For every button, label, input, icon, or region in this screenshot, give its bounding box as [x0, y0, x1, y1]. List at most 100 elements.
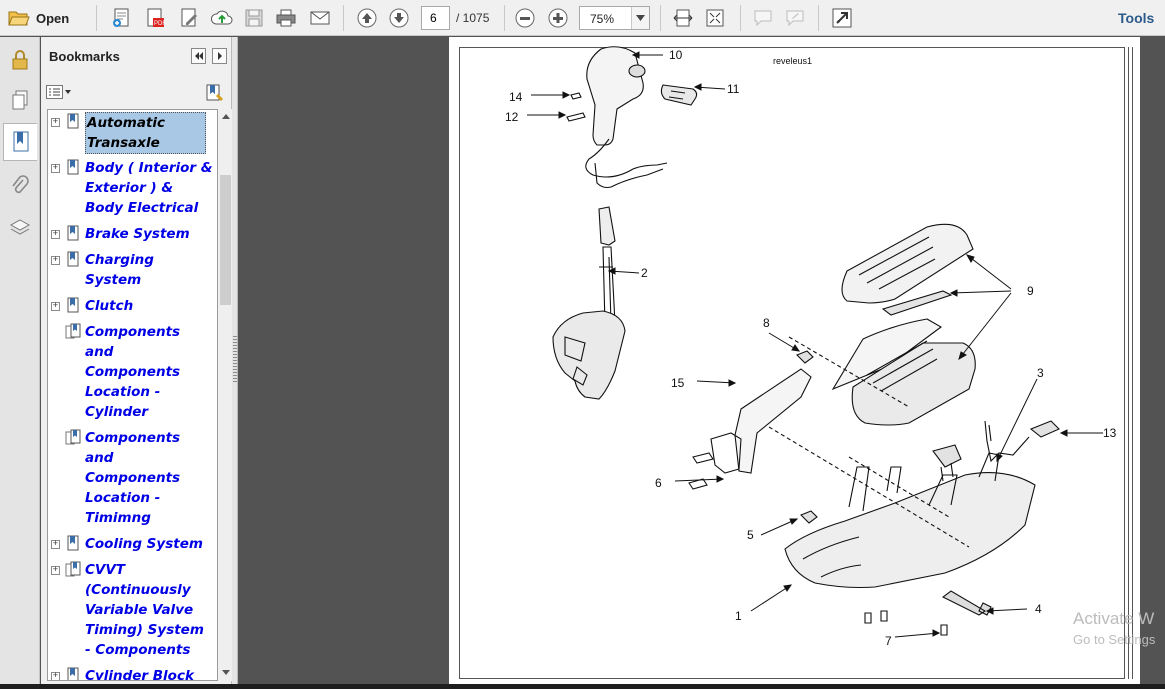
expand-toggle-icon[interactable]: + — [51, 566, 60, 575]
bookmark-item[interactable]: + Body ( Interior & Exterior ) & Body Ele… — [48, 158, 217, 224]
folder-icon — [8, 11, 30, 26]
chevron-down-icon — [636, 15, 645, 21]
expand-toggle-icon[interactable]: + — [51, 540, 60, 549]
collapse-panel-button[interactable] — [191, 48, 206, 64]
edit-document-icon — [181, 8, 197, 27]
bookmark-item[interactable]: + Cylinder Block — [48, 666, 217, 680]
create-button[interactable] — [108, 5, 134, 31]
pages-icon — [12, 90, 28, 110]
bookmark-item[interactable]: + Automatic Transaxle — [48, 112, 217, 158]
new-bookmark-button[interactable] — [204, 83, 224, 103]
activation-watermark-subtitle: Go to Settings — [1073, 632, 1156, 647]
fit-width-icon — [673, 9, 693, 27]
cloud-upload-icon — [210, 10, 233, 25]
toolbar: Open PDF / 1075 75% — [0, 0, 1165, 36]
bookmark-item[interactable]: + Cooling System — [48, 534, 217, 560]
minus-icon — [515, 8, 535, 28]
svg-text:PDF: PDF — [154, 21, 166, 27]
chevron-down-icon — [221, 669, 230, 675]
upload-button[interactable] — [208, 5, 236, 31]
expand-toggle-icon[interactable]: + — [51, 118, 60, 127]
sign-icon — [786, 10, 804, 27]
expand-toggle-icon[interactable]: + — [51, 256, 60, 265]
zoom-out-button[interactable] — [512, 5, 538, 31]
export-pdf-button[interactable]: PDF — [142, 5, 168, 31]
bookmark-label: Brake System — [85, 226, 190, 242]
create-pdf-icon — [113, 8, 129, 27]
bookmark-item[interactable]: Components and Components Location - Cyl… — [48, 322, 217, 428]
bookmark-item[interactable]: + CVVT (Continuously Variable Valve Timin… — [48, 560, 217, 666]
expand-icon — [832, 8, 852, 28]
callout-14: 14 — [509, 90, 523, 104]
expand-toggle-icon[interactable]: + — [51, 302, 60, 311]
bookmark-label: Clutch — [85, 298, 134, 314]
multi-bookmark-icon — [65, 323, 81, 339]
toolbar-separator — [818, 5, 819, 31]
bookmark-label: Components and Components Location - Tim… — [85, 430, 181, 526]
expand-toggle-icon[interactable]: + — [51, 672, 60, 680]
next-page-button[interactable] — [386, 5, 412, 31]
full-screen-button[interactable] — [829, 5, 855, 31]
zoom-dropdown-arrow[interactable] — [631, 7, 649, 29]
callout-7: 7 — [885, 634, 892, 648]
scroll-thumb[interactable] — [220, 175, 231, 305]
options-menu-button[interactable] — [46, 83, 72, 101]
fit-width-button[interactable] — [670, 5, 696, 31]
chevron-right-icon — [217, 52, 222, 60]
double-chevron-left-icon — [194, 52, 203, 60]
chevron-up-icon — [221, 113, 230, 119]
panel-title: Bookmarks — [49, 49, 120, 64]
email-button[interactable] — [307, 5, 333, 31]
printer-icon — [276, 9, 296, 27]
zoom-in-button[interactable] — [545, 5, 571, 31]
callout-2: 2 — [641, 266, 648, 280]
callout-11: 11 — [727, 82, 740, 96]
layers-icon — [9, 219, 31, 235]
callout-15: 15 — [671, 376, 685, 390]
print-button[interactable] — [273, 5, 299, 31]
options-list-icon — [46, 85, 71, 99]
callout-9: 9 — [1027, 284, 1034, 298]
callout-5: 5 — [747, 528, 754, 542]
scroll-down-button[interactable] — [219, 665, 232, 679]
layers-button[interactable] — [3, 209, 37, 247]
security-button[interactable] — [3, 41, 37, 79]
edit-button[interactable] — [176, 5, 202, 31]
expand-toggle-icon[interactable]: + — [51, 230, 60, 239]
zoom-select[interactable]: 75% — [579, 6, 650, 30]
comment-button[interactable] — [750, 5, 776, 31]
arrow-up-icon — [357, 8, 377, 28]
attachments-button[interactable] — [3, 167, 37, 205]
fit-page-button[interactable] — [702, 5, 728, 31]
bookmark-icon — [67, 225, 79, 241]
tools-menu[interactable]: Tools — [1118, 10, 1154, 26]
expand-toggle-icon[interactable]: + — [51, 164, 60, 173]
previous-page-button[interactable] — [354, 5, 380, 31]
callout-8: 8 — [763, 316, 770, 330]
save-button[interactable] — [242, 5, 266, 31]
bookmark-icon — [13, 131, 28, 152]
scroll-up-button[interactable] — [219, 109, 232, 123]
bookmark-label: Automatic Transaxle — [85, 112, 206, 154]
sign-button[interactable] — [782, 5, 808, 31]
toolbar-separator — [740, 5, 741, 31]
open-button[interactable]: Open — [8, 5, 80, 31]
page-thumbnails-button[interactable] — [3, 81, 37, 119]
bookmark-icon — [67, 159, 79, 175]
bookmark-item[interactable]: + Charging System — [48, 250, 217, 296]
bookmark-label: Charging System — [85, 252, 154, 288]
bookmark-item[interactable]: + Clutch — [48, 296, 217, 322]
bookmark-tree[interactable]: + Automatic Transaxle + Body ( Interior & E… — [47, 109, 218, 681]
toolbar-separator — [343, 5, 344, 31]
callout-1: 1 — [735, 609, 742, 623]
bookmarks-button[interactable] — [3, 123, 37, 161]
zoom-value: 75% — [590, 12, 615, 26]
document-page[interactable]: reveleus1 10 11 14 12 2 9 8 3 15 13 6 5 … — [449, 37, 1140, 687]
expand-panel-button[interactable] — [212, 48, 227, 64]
bookmark-item[interactable]: Components and Components Location - Tim… — [48, 428, 217, 534]
page-number-input[interactable] — [421, 6, 450, 30]
activation-watermark-title: Activate W — [1073, 609, 1155, 628]
splitter-grip[interactable] — [233, 336, 237, 384]
bookmarks-scrollbar[interactable] — [219, 109, 232, 681]
bookmark-item[interactable]: + Brake System — [48, 224, 217, 250]
